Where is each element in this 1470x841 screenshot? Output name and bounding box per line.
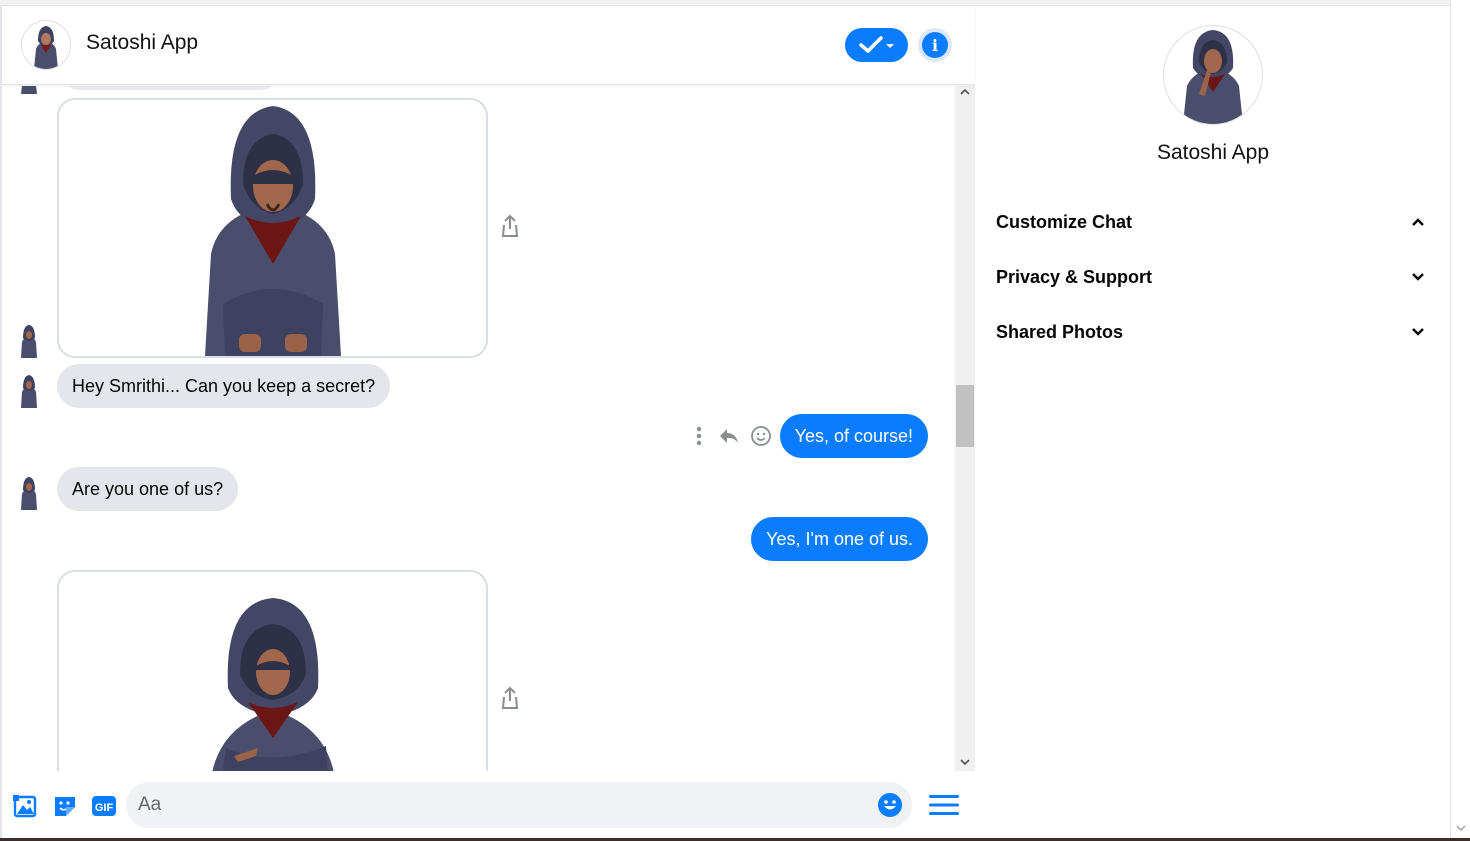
conversation-info-panel: Satoshi App Customize Chat Privacy & Sup… — [976, 6, 1450, 838]
chat-scrollbar[interactable] — [955, 86, 975, 771]
message-input[interactable] — [138, 782, 858, 828]
image-message[interactable] — [57, 570, 488, 771]
outgoing-message[interactable]: Yes, I'm one of us. — [751, 517, 928, 561]
menu-icon[interactable] — [929, 793, 959, 817]
more-icon[interactable] — [690, 425, 708, 447]
page-scroll-down-icon[interactable] — [1456, 824, 1466, 835]
gif-icon[interactable]: GIF — [91, 793, 117, 819]
section-label: Privacy & Support — [996, 266, 1153, 287]
check-icon — [858, 36, 894, 53]
hooded-figure-icon — [34, 26, 58, 69]
chevron-down-icon — [1412, 328, 1424, 336]
svg-text:GIF: GIF — [95, 802, 114, 814]
section-customize-chat[interactable]: Customize Chat — [996, 207, 1426, 237]
composer: GIF — [2, 771, 975, 838]
section-label: Customize Chat — [996, 211, 1133, 232]
chat-title: Satoshi App — [86, 31, 199, 54]
share-icon[interactable] — [500, 686, 520, 710]
scroll-down-icon[interactable] — [959, 756, 971, 771]
messenger-app: Satoshi App i Hey Smrithi... Can you kee… — [0, 0, 1470, 841]
incoming-message[interactable]: Are you one of us? — [57, 467, 239, 511]
react-icon[interactable] — [750, 425, 772, 447]
message-list[interactable]: Hey Smrithi... Can you keep a secret? Ye… — [2, 86, 955, 771]
chat-header: Satoshi App i — [2, 6, 975, 85]
previous-message-bubble — [62, 86, 278, 90]
message-avatar — [15, 324, 43, 358]
hooded-figure-thinking-icon — [1183, 30, 1243, 124]
chevron-up-icon — [1412, 218, 1424, 226]
message-avatar — [15, 86, 43, 94]
hooded-figure-image — [204, 106, 341, 356]
contact-avatar[interactable] — [21, 20, 71, 70]
chat-window: Satoshi App i Hey Smrithi... Can you kee… — [0, 6, 975, 838]
message-avatar — [15, 374, 43, 408]
section-privacy-support[interactable]: Privacy & Support — [996, 262, 1426, 292]
info-icon: i — [922, 32, 948, 58]
hooded-figure-arms-crossed-image — [212, 598, 333, 771]
sticker-icon[interactable] — [52, 793, 78, 819]
outgoing-message[interactable]: Yes, of course! — [779, 414, 928, 458]
message-avatar — [15, 476, 43, 510]
emoji-icon[interactable] — [877, 792, 903, 818]
message-actions — [690, 425, 772, 447]
contact-name: Satoshi App — [1156, 141, 1270, 164]
scrollbar-thumb[interactable] — [956, 385, 974, 447]
contact-avatar-large[interactable] — [1163, 25, 1263, 125]
image-message[interactable] — [57, 98, 488, 358]
section-label: Shared Photos — [996, 321, 1124, 342]
info-button[interactable]: i — [918, 28, 952, 62]
page-scrollbar[interactable] — [1450, 0, 1470, 841]
reply-icon[interactable] — [718, 426, 740, 446]
section-shared-photos[interactable]: Shared Photos — [996, 317, 1426, 347]
incoming-message[interactable]: Hey Smrithi... Can you keep a secret? — [57, 364, 391, 408]
share-icon[interactable] — [500, 214, 520, 238]
status-check-button[interactable] — [845, 28, 908, 62]
message-input-wrapper — [126, 782, 912, 828]
chevron-down-icon — [1412, 273, 1424, 281]
photo-icon[interactable] — [12, 793, 38, 819]
scroll-up-icon[interactable] — [959, 86, 971, 101]
